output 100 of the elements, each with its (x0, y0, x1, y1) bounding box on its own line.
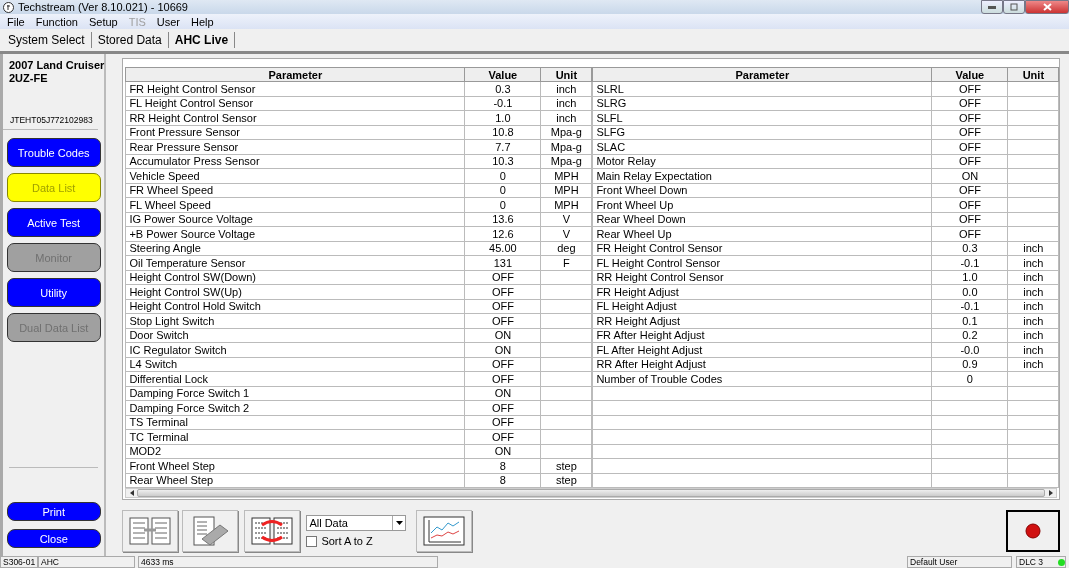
table-cell: OFF (464, 371, 541, 386)
table-cell: MPH (540, 183, 592, 198)
table-cell: 0.9 (931, 357, 1008, 372)
table-cell: RR Height Control Sensor (592, 270, 932, 285)
table-cell: step (540, 473, 592, 488)
menu-item[interactable]: Function (30, 15, 84, 28)
record-button[interactable] (1006, 510, 1061, 552)
table-cell: 0.0 (931, 284, 1008, 299)
table-cell: FL After Height Adjust (592, 342, 932, 357)
document-eraser-icon[interactable] (182, 510, 239, 552)
table-cell: 13.6 (464, 212, 541, 227)
close-button[interactable] (1025, 0, 1069, 14)
sort-checkbox[interactable]: Sort A to Z (306, 535, 407, 547)
table-cell: +B Power Source Voltage (125, 226, 465, 241)
scroll-left-icon[interactable] (129, 490, 134, 496)
table-cell: OFF (464, 400, 541, 415)
table-cell: ON (464, 444, 541, 459)
table-cell: 45.00 (464, 241, 541, 256)
table-cell: Rear Wheel Up (592, 226, 932, 241)
table-cell: step (540, 458, 592, 473)
scroll-right-icon[interactable] (1048, 490, 1053, 496)
table-cell: OFF (464, 270, 541, 285)
table-cell: SLFG (592, 125, 932, 140)
table-cell: -0.0 (931, 342, 1008, 357)
table-cell: OFF (464, 299, 541, 314)
table-cell: inch (540, 110, 592, 125)
table-cell: Height Control SW(Down) (125, 270, 465, 285)
table-cell: inch (540, 81, 592, 96)
table-cell: 10.8 (464, 125, 541, 140)
filter-dropdown[interactable]: All Data (306, 515, 407, 531)
nav-button[interactable]: Active Test (6, 208, 101, 237)
table-cell: Rear Pressure Sensor (125, 139, 465, 154)
table-cell: inch (1007, 328, 1059, 343)
table-cell: 1.0 (931, 270, 1008, 285)
table-cell: OFF (931, 125, 1008, 140)
table-cell: Door Switch (125, 328, 465, 343)
table-cell: OFF (931, 96, 1008, 111)
table-cell: FR Height Control Sensor (125, 81, 465, 96)
table-cell: OFF (931, 197, 1008, 212)
table-cell: Mpa-g (540, 139, 592, 154)
print-button[interactable]: Print (6, 502, 101, 521)
table-cell: Rear Wheel Step (125, 473, 465, 488)
table-cell: Mpa-g (540, 125, 592, 140)
table-cell: ON (464, 386, 541, 401)
table-cell: FL Wheel Speed (125, 197, 465, 212)
nav-button[interactable]: Utility (6, 278, 101, 307)
maximize-icon (1010, 3, 1018, 11)
column-header: Value (464, 67, 541, 82)
table-cell: inch (1007, 299, 1059, 314)
table-cell: Height Control Hold Switch (125, 299, 465, 314)
vehicle-name: 2007 Land Cruiser 2UZ-FE (8, 59, 105, 85)
swap-icon[interactable] (244, 510, 301, 552)
close-button[interactable]: Close (6, 529, 101, 548)
table-cell: 1.0 (464, 110, 541, 125)
table-cell: L4 Switch (125, 357, 465, 372)
table-cell: 0 (464, 168, 541, 183)
table-cell: -0.1 (931, 255, 1008, 270)
nav-button[interactable]: Trouble Codes (6, 138, 101, 167)
table-cell: V (540, 226, 592, 241)
table-cell: OFF (931, 139, 1008, 154)
menu-item[interactable]: Help (186, 15, 220, 28)
table-cell: F (540, 255, 592, 270)
compare-icon[interactable] (122, 510, 179, 552)
tab[interactable]: Stored Data (91, 32, 169, 48)
column-header: Unit (1007, 67, 1059, 82)
maximize-button[interactable] (1003, 0, 1025, 14)
table-cell: FR Height Control Sensor (592, 241, 932, 256)
table-cell: Damping Force Switch 2 (125, 400, 465, 415)
table-cell: Oil Temperature Sensor (125, 255, 465, 270)
status-cell: AHC (38, 556, 135, 568)
tab[interactable]: AHC Live (168, 32, 236, 48)
table-cell: inch (540, 96, 592, 111)
status-cell: Default User (907, 556, 1012, 568)
table-cell: V (540, 212, 592, 227)
line-chart-icon[interactable] (416, 510, 473, 552)
menu-item[interactable]: Setup (83, 15, 124, 28)
table-cell: 8 (464, 473, 541, 488)
table-cell: Damping Force Switch 1 (125, 386, 465, 401)
table-cell: OFF (464, 415, 541, 430)
table-cell: ON (464, 328, 541, 343)
column-header: Value (931, 67, 1008, 82)
horizontal-scrollbar[interactable] (125, 488, 1058, 498)
table-cell: FR Height Adjust (592, 284, 932, 299)
status-cell: 4633 ms (138, 556, 438, 568)
close-icon (1042, 3, 1052, 11)
table-cell: 131 (464, 255, 541, 270)
table-cell: Main Relay Expectation (592, 168, 932, 183)
table-cell: Front Wheel Up (592, 197, 932, 212)
table-cell: Motor Relay (592, 154, 932, 169)
table-cell: OFF (931, 226, 1008, 241)
table-cell: SLRL (592, 81, 932, 96)
menu-item[interactable]: User (151, 15, 187, 28)
table-cell: OFF (931, 212, 1008, 227)
table-cell: Height Control SW(Up) (125, 284, 465, 299)
table-cell: RR Height Adjust (592, 313, 932, 328)
table-cell: 0.3 (464, 81, 541, 96)
tab[interactable]: System Select (2, 32, 92, 48)
minimize-button[interactable] (981, 0, 1003, 14)
status-cell: DLC 3 (1016, 556, 1066, 568)
menu-item[interactable]: File (2, 15, 31, 28)
